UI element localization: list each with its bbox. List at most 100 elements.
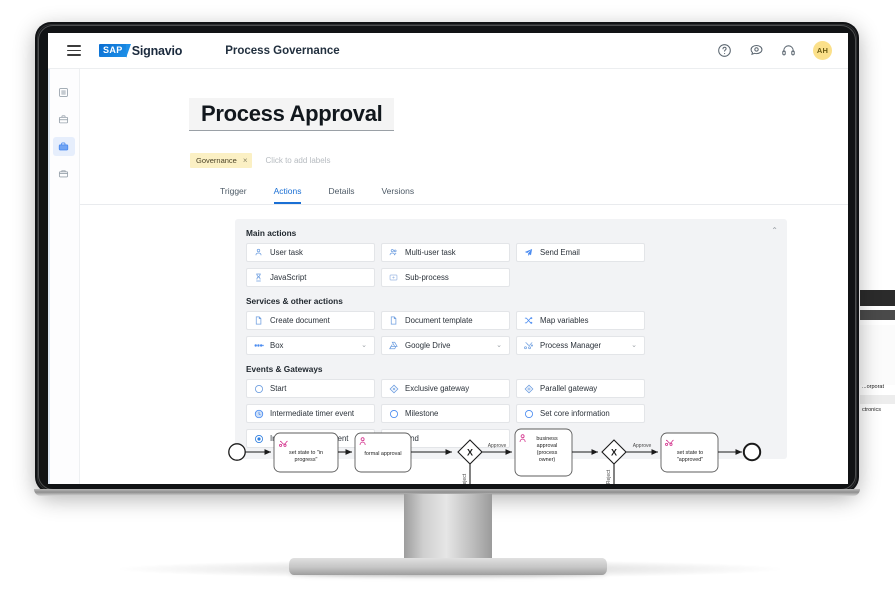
sub-process-icon	[388, 273, 399, 282]
tile-start[interactable]: Start	[246, 379, 375, 398]
tile-label: Map variables	[540, 316, 589, 325]
tile-label: Process Manager	[540, 341, 602, 350]
avatar[interactable]: AH	[813, 41, 832, 60]
monitor-stand-neck	[404, 494, 492, 564]
start-event-icon	[253, 384, 264, 394]
chevron-down-icon[interactable]: ⌄	[631, 342, 637, 349]
group-title-events-gateways: Events & Gateways	[246, 364, 323, 374]
bpmn-end-event	[742, 442, 762, 462]
document-icon	[253, 316, 264, 325]
bpmn-start-event	[228, 443, 246, 461]
product-title: Process Governance	[225, 44, 340, 57]
svg-text:Approve: Approve	[633, 443, 652, 449]
group-title-services: Services & other actions	[246, 296, 343, 306]
svg-text:business: business	[536, 436, 558, 442]
tile-exclusive-gateway[interactable]: Exclusive gateway	[381, 379, 510, 398]
set-core-information-icon	[523, 409, 534, 419]
svg-text:Reject: Reject	[462, 473, 468, 484]
signavio-wordmark: Signavio	[131, 43, 183, 58]
menu-icon[interactable]	[67, 45, 81, 56]
main-content: Process Approval Governance × Click to a…	[80, 69, 848, 484]
tile-multi-user-task[interactable]: Multi-user task	[381, 243, 510, 262]
sidebar-item-workflows[interactable]	[52, 137, 75, 156]
tile-user-task[interactable]: User task	[246, 243, 375, 262]
tile-label: Milestone	[405, 409, 439, 418]
support-headset-icon[interactable]	[781, 43, 796, 58]
tile-document-template[interactable]: Document template	[381, 311, 510, 330]
chevron-up-icon[interactable]: ⌃	[771, 227, 778, 235]
user-task-icon	[253, 248, 264, 257]
tile-javascript[interactable]: JavaScript	[246, 268, 375, 287]
tile-label: Sub-process	[405, 273, 449, 282]
sap-signavio-logo: SAP Signavio	[99, 44, 182, 58]
tile-label: User task	[270, 248, 303, 257]
document-template-icon	[388, 316, 399, 325]
send-email-icon	[523, 248, 534, 257]
screen-viewport: SAP Signavio Process Governance AH Proce…	[48, 33, 848, 484]
tab-details[interactable]: Details	[328, 186, 354, 204]
label-tag-text: Governance	[196, 156, 237, 165]
tile-box[interactable]: Box ⌄	[246, 336, 375, 355]
tile-label: Parallel gateway	[540, 384, 598, 393]
background-text-1: ...orporat	[862, 384, 885, 390]
tile-label: Set core information	[540, 409, 610, 418]
bpmn-gateway-1: X	[457, 439, 483, 465]
svg-text:set state to "in: set state to "in	[289, 450, 323, 456]
tile-label: Exclusive gateway	[405, 384, 470, 393]
label-tag-governance[interactable]: Governance ×	[190, 153, 252, 168]
add-labels-placeholder[interactable]: Click to add labels	[266, 156, 331, 165]
group-title-main-actions: Main actions	[246, 228, 297, 238]
tab-versions[interactable]: Versions	[381, 186, 414, 204]
tile-label: Multi-user task	[405, 248, 456, 257]
page-title[interactable]: Process Approval	[189, 98, 395, 132]
multi-user-task-icon	[388, 248, 399, 257]
tile-label: Send Email	[540, 248, 580, 257]
screenshot-stage: ...orporat ctronics SAP Signavio Process…	[0, 0, 895, 604]
sidebar-item-archive[interactable]	[53, 164, 75, 183]
background-bar-1	[860, 290, 895, 306]
svg-text:progress": progress"	[295, 457, 318, 463]
svg-text:X: X	[467, 448, 473, 458]
topbar-actions: AH	[717, 41, 832, 60]
close-icon[interactable]: ×	[243, 156, 248, 165]
tile-send-email[interactable]: Send Email	[516, 243, 645, 262]
tile-label: Create document	[270, 316, 330, 325]
chevron-down-icon[interactable]: ⌄	[361, 342, 367, 349]
page-title-wrap: Process Approval	[189, 98, 395, 132]
chevron-down-icon[interactable]: ⌄	[496, 342, 502, 349]
tile-milestone[interactable]: Milestone	[381, 404, 510, 423]
process-manager-icon	[523, 341, 534, 350]
tile-intermediate-timer-event[interactable]: Intermediate timer event	[246, 404, 375, 423]
sidebar-item-cases[interactable]	[53, 110, 75, 129]
help-icon[interactable]	[717, 43, 732, 58]
tile-label: Google Drive	[405, 341, 451, 350]
background-panel	[860, 325, 895, 385]
monitor-stand-base	[289, 558, 607, 575]
tab-actions[interactable]: Actions	[273, 186, 302, 204]
tile-google-drive[interactable]: Google Drive ⌄	[381, 336, 510, 355]
svg-text:(process: (process	[537, 450, 558, 456]
google-drive-icon	[388, 341, 399, 350]
tile-parallel-gateway[interactable]: Parallel gateway	[516, 379, 645, 398]
tile-process-manager[interactable]: Process Manager ⌄	[516, 336, 645, 355]
bpmn-diagram[interactable]: set state to "in progress" formal approv…	[220, 425, 780, 484]
tile-set-core-information[interactable]: Set core information	[516, 404, 645, 423]
svg-text:formal approval: formal approval	[364, 451, 401, 457]
tile-map-variables[interactable]: Map variables	[516, 311, 645, 330]
background-bar-2	[860, 310, 895, 320]
parallel-gateway-icon	[523, 384, 534, 394]
milestone-icon	[388, 409, 399, 419]
tile-label: Document template	[405, 316, 473, 325]
tab-trigger[interactable]: Trigger	[220, 186, 247, 204]
feedback-icon[interactable]	[749, 43, 764, 58]
svg-text:approval: approval	[537, 443, 558, 449]
app-topbar: SAP Signavio Process Governance AH	[48, 33, 848, 69]
tile-sub-process[interactable]: Sub-process	[381, 268, 510, 287]
sap-logo-mark: SAP	[99, 44, 131, 58]
tile-label: Start	[270, 384, 287, 393]
labels-row: Governance × Click to add labels	[190, 153, 330, 168]
tile-create-document[interactable]: Create document	[246, 311, 375, 330]
box-icon	[253, 342, 264, 349]
svg-text:Approve: Approve	[488, 443, 507, 449]
sidebar-item-dashboard[interactable]	[53, 83, 75, 102]
